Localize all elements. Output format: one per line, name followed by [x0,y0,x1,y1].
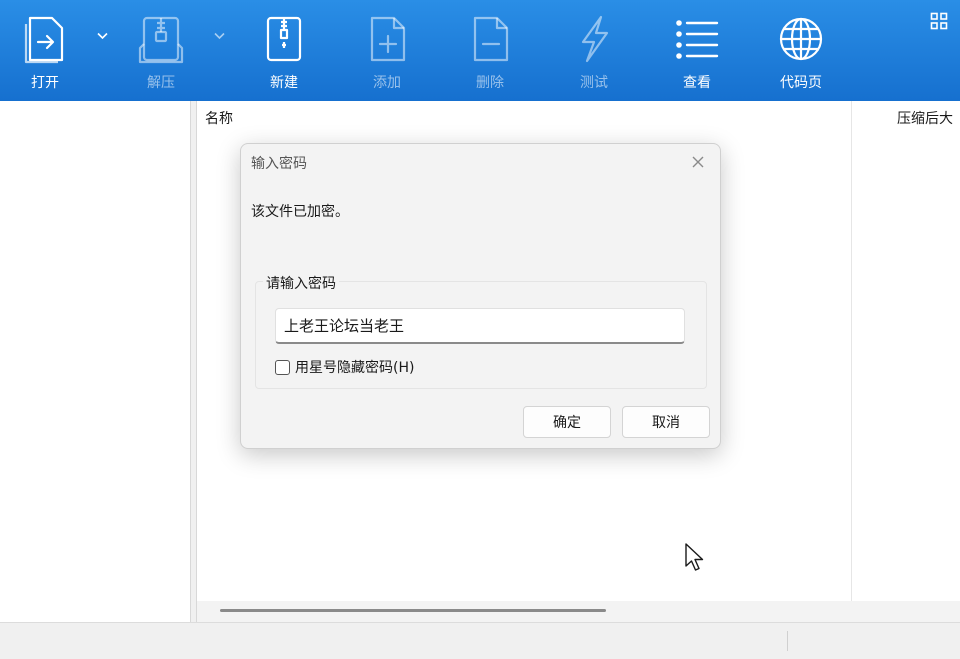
dialog-message: 该文件已加密。 [251,204,349,220]
ok-button[interactable]: 确定 [523,406,611,438]
toolbar-codepage-button[interactable]: 代码页 [756,0,846,101]
open-dropdown-button[interactable] [94,28,110,44]
password-group: 请输入密码 用星号隐藏密码(H) [255,273,707,389]
toolbar-view-label: 查看 [683,75,711,91]
password-group-label: 请输入密码 [263,273,339,293]
toolbar-codepage-label: 代码页 [780,75,822,91]
hide-password-checkbox-row[interactable]: 用星号隐藏密码(H) [275,357,414,377]
password-dialog: 输入密码 该文件已加密。 请输入密码 用星号隐藏密码(H) 确定 取消 [240,143,721,449]
toolbar-extract-label: 解压 [147,75,175,91]
toolbar-new-button[interactable]: 新建 [239,0,329,101]
toolbar-new-label: 新建 [270,75,298,91]
grid-menu-button[interactable] [930,12,948,30]
cancel-button[interactable]: 取消 [622,406,710,438]
hide-password-checkbox-label[interactable]: 用星号隐藏密码(H) [295,357,414,377]
extract-dropdown-button[interactable] [211,28,227,44]
add-file-icon [362,12,412,66]
toolbar-add-label: 添加 [373,75,401,91]
column-header-name[interactable]: 名称 [205,108,233,128]
column-divider[interactable] [851,101,852,601]
horizontal-scrollbar[interactable] [197,601,960,622]
chevron-down-icon [213,32,225,40]
toolbar-test-label: 测试 [580,75,608,91]
toolbar-view-button[interactable]: 查看 [652,0,742,101]
password-input[interactable] [275,308,685,344]
extract-icon [136,12,186,66]
pane-splitter[interactable] [190,101,197,622]
toolbar-open-button[interactable]: 打开 [0,0,90,101]
horizontal-scrollbar-thumb[interactable] [220,609,606,612]
toolbar-test-button[interactable]: 测试 [549,0,639,101]
status-divider [787,631,788,651]
toolbar-add-button[interactable]: 添加 [342,0,432,101]
dialog-close-button[interactable] [688,152,708,172]
toolbar: 打开 解压 新建 添加 删除 测试 查看 代码页 [0,0,960,101]
delete-file-icon [465,12,515,66]
open-icon [20,12,70,66]
toolbar-delete-label: 删除 [476,75,504,91]
toolbar-delete-button[interactable]: 删除 [445,0,535,101]
hide-password-checkbox[interactable] [275,359,290,375]
chevron-down-icon [96,32,108,40]
test-lightning-icon [569,12,619,66]
close-icon [692,156,704,168]
toolbar-extract-button[interactable]: 解压 [116,0,206,101]
new-archive-icon [259,12,309,66]
column-header-compressed-size[interactable]: 压缩后大 [897,108,953,128]
status-bar [0,622,960,659]
grid-icon [930,12,948,30]
dialog-title: 输入密码 [251,156,307,172]
folder-tree-pane[interactable] [0,101,190,622]
globe-icon [776,12,826,66]
app-window: 打开 解压 新建 添加 删除 测试 查看 代码页 名称 压缩后大 输入密码 该文… [0,0,960,659]
view-list-icon [672,12,722,66]
toolbar-open-label: 打开 [31,75,59,91]
mouse-cursor-icon [685,543,704,571]
